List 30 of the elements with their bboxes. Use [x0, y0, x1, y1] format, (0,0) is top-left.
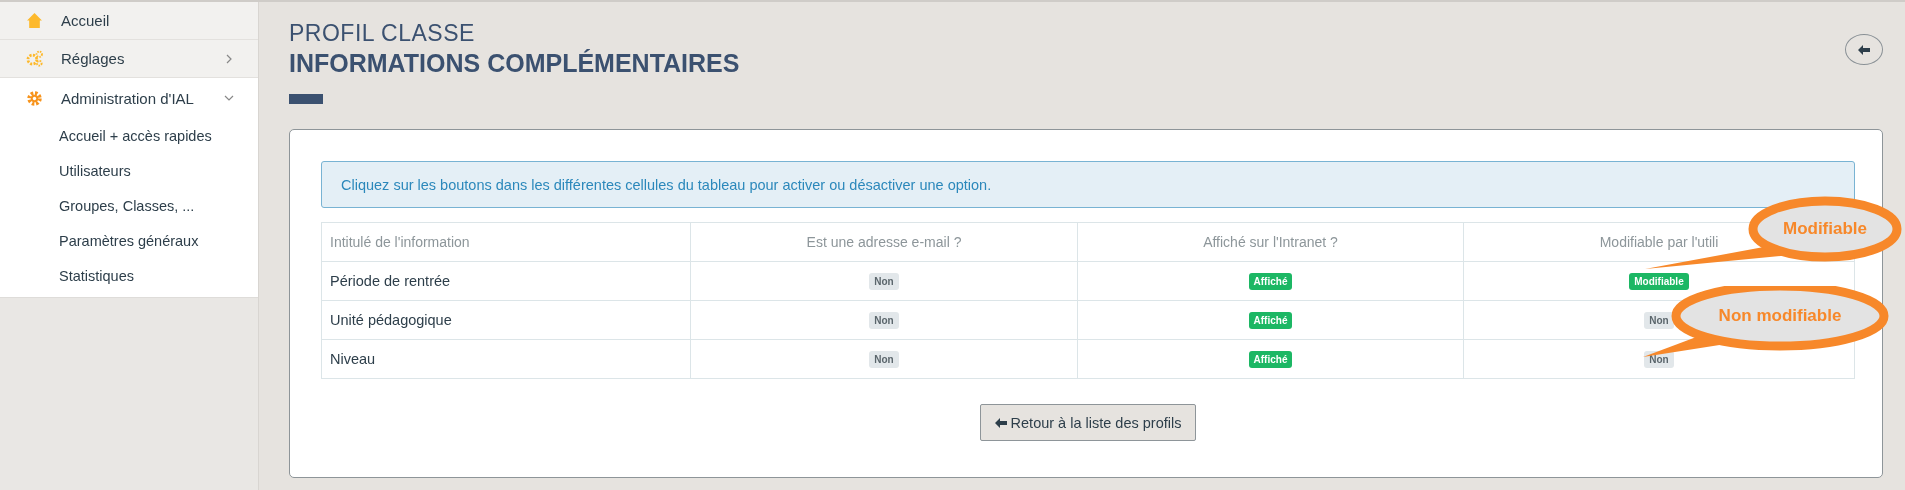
table-cell: Niveau — [321, 339, 691, 379]
gear-icon — [26, 89, 43, 107]
sidebar-item[interactable]: Réglages — [0, 40, 258, 78]
column-header: Intitulé de l'information — [321, 222, 691, 262]
callout-label: Non modifiable — [1718, 306, 1842, 326]
table-cell: Unité pédagogique — [321, 300, 691, 340]
sidebar-subitem[interactable]: Accueil + accès rapides — [0, 118, 258, 153]
sidebar-subitem[interactable]: Groupes, Classes, ... — [0, 188, 258, 223]
column-header: Est une adresse e-mail ? — [690, 222, 1078, 262]
callout-label: Modifiable — [1782, 219, 1868, 239]
column-header: Affiché sur l'Intranet ? — [1077, 222, 1464, 262]
title-underline — [289, 94, 323, 104]
sidebar-item[interactable]: Accueil — [0, 2, 258, 40]
return-button[interactable]: Retour à la liste des profils — [979, 404, 1197, 441]
page-subtitle: PROFIL CLASSE — [289, 20, 476, 47]
sidebar-subitem[interactable]: Utilisateurs — [0, 153, 258, 188]
table-cell: Période de rentrée — [321, 261, 691, 301]
gears-icon — [26, 50, 43, 67]
arrow-left-icon — [994, 417, 1007, 428]
arrow-left-icon — [1858, 44, 1870, 55]
toggle-badge[interactable]: Non — [1644, 312, 1674, 329]
page-title: INFORMATIONS COMPLÉMENTAIRES — [289, 49, 740, 78]
alert-text: Cliquez sur les boutons dans les différentes cellules du tableau pour activer ou désactiver une option. — [341, 176, 992, 193]
sidebar-item[interactable]: Administration d'IAL — [0, 78, 258, 118]
toggle-badge[interactable]: Non — [869, 273, 899, 290]
sidebar-subitem[interactable]: Paramètres généraux — [0, 223, 258, 258]
sidebar-subitem[interactable]: Statistiques — [0, 258, 258, 293]
toggle-badge[interactable]: Non — [869, 351, 899, 368]
toggle-badge[interactable]: Non — [869, 312, 899, 329]
home-icon — [26, 12, 43, 29]
